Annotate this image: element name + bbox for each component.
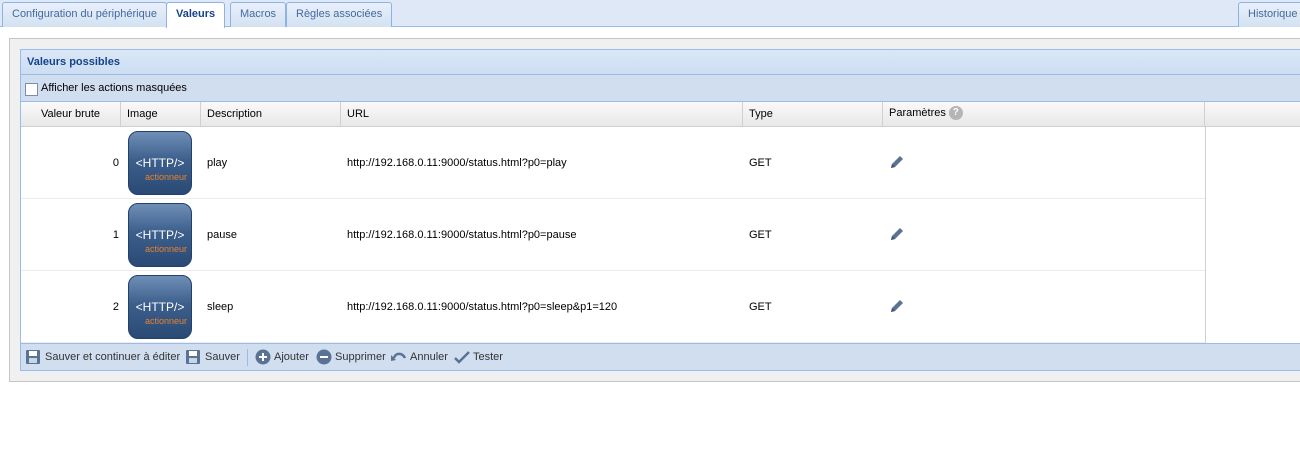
grid-empty-area (1205, 127, 1300, 343)
column-header-params[interactable]: Paramètres? (883, 102, 1205, 127)
add-label: Ajouter (274, 351, 309, 363)
floppy-disk-icon (26, 350, 40, 364)
test-button[interactable]: Tester (454, 349, 509, 366)
column-header-raw-value[interactable]: Valeur brute (21, 102, 121, 127)
type-cell: GET (749, 157, 772, 169)
tab-bar: Configuration du périphérique Valeurs Ma… (0, 0, 1300, 28)
table-row[interactable]: 0 <HTTP/> actionneur play http://192.168… (21, 127, 1205, 199)
delete-button[interactable]: Supprimer (316, 349, 386, 366)
grid-body: 0 <HTTP/> actionneur play http://192.168… (21, 127, 1205, 343)
http-icon-text: <HTTP/> (135, 156, 185, 170)
edit-pencil-icon[interactable] (889, 199, 909, 271)
cancel-button[interactable]: Annuler (390, 349, 450, 366)
table-row[interactable]: 2 <HTTP/> actionneur sleep http://192.16… (21, 271, 1205, 343)
tab-associated-rules[interactable]: Règles associées (286, 2, 393, 27)
type-cell: GET (749, 301, 772, 313)
http-icon-subtext: actionneur (144, 244, 187, 254)
description-cell: pause (207, 229, 237, 241)
tab-device-configuration[interactable]: Configuration du périphérique (2, 2, 167, 27)
url-cell: http://192.168.0.11:9000/status.html?p0=… (347, 157, 567, 169)
test-label: Tester (473, 351, 503, 363)
http-icon-text: <HTTP/> (135, 228, 185, 242)
http-actuator-icon: <HTTP/> actionneur (128, 275, 192, 339)
filter-toolbar: Afficher les actions masquées (21, 75, 1300, 102)
http-icon-text: <HTTP/> (135, 300, 185, 314)
raw-value-cell: 0 (112, 157, 119, 169)
tab-history[interactable]: Historique (1238, 2, 1300, 27)
plus-circle-icon (255, 349, 271, 365)
description-cell: sleep (207, 301, 234, 313)
undo-icon (391, 352, 407, 361)
save-continue-button[interactable]: Sauver et continuer à éditer (25, 349, 181, 366)
save-continue-label: Sauver et continuer à éditer (45, 351, 181, 363)
cancel-label: Annuler (410, 351, 448, 363)
description-cell: play (207, 157, 228, 169)
http-actuator-icon: <HTTP/> actionneur (128, 131, 192, 195)
floppy-disk-icon (186, 350, 200, 364)
grid-header: Valeur brute Image Description URL Type … (21, 102, 1300, 127)
add-button[interactable]: Ajouter (255, 349, 311, 366)
edit-pencil-icon[interactable] (889, 127, 909, 199)
edit-pencil-icon[interactable] (889, 271, 909, 343)
delete-label: Supprimer (335, 351, 386, 363)
raw-value-cell: 1 (112, 229, 119, 241)
url-cell: http://192.168.0.11:9000/status.html?p0=… (347, 229, 577, 241)
column-header-description[interactable]: Description (201, 102, 341, 127)
show-hidden-label[interactable]: Afficher les actions masquées (41, 82, 187, 94)
minus-circle-icon (316, 349, 332, 365)
tab-macros[interactable]: Macros (230, 2, 287, 27)
save-label: Sauver (205, 351, 240, 363)
tab-values[interactable]: Valeurs (166, 2, 226, 28)
content-area: Valeurs possibles Afficher les actions m… (9, 38, 1300, 382)
http-icon-subtext: actionneur (144, 316, 187, 326)
column-header-url[interactable]: URL (341, 102, 743, 127)
type-cell: GET (749, 229, 772, 241)
raw-value-cell: 2 (112, 301, 119, 313)
help-icon[interactable]: ? (948, 106, 963, 121)
action-toolbar: Sauver et continuer à éditer Sauver Ajou… (21, 343, 1300, 370)
url-cell: http://192.168.0.11:9000/status.html?p0=… (347, 301, 618, 313)
table-row[interactable]: 1 <HTTP/> actionneur pause http://192.16… (21, 199, 1205, 271)
column-header-params-label: Paramètres (889, 107, 946, 119)
http-actuator-icon: <HTTP/> actionneur (128, 203, 192, 267)
panel-title: Valeurs possibles (21, 50, 1300, 75)
checkmark-icon (454, 351, 470, 364)
values-panel: Valeurs possibles Afficher les actions m… (20, 49, 1300, 371)
column-header-type[interactable]: Type (743, 102, 883, 127)
show-hidden-checkbox[interactable] (25, 83, 38, 96)
column-header-image[interactable]: Image (121, 102, 201, 127)
toolbar-separator (247, 349, 248, 366)
http-icon-subtext: actionneur (144, 172, 187, 182)
save-button[interactable]: Sauver (185, 349, 243, 366)
